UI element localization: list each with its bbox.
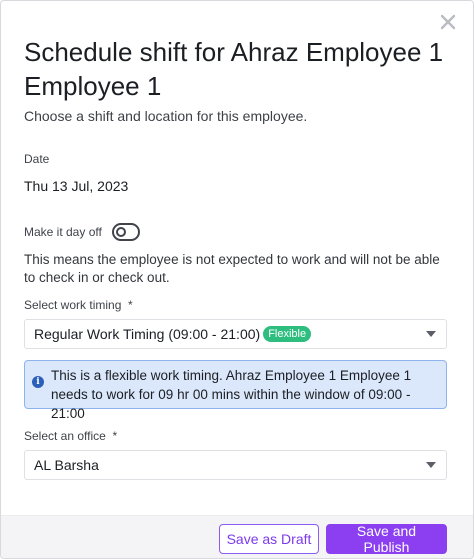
schedule-shift-dialog: Schedule shift for Ahraz Employee 1 Empl… — [0, 0, 474, 559]
save-as-draft-button[interactable]: Save as Draft — [219, 524, 319, 554]
date-value: Thu 13 Jul, 2023 — [24, 178, 129, 194]
day-off-note: This means the employee is not expected … — [24, 252, 440, 285]
day-off-label: Make it day off — [24, 225, 102, 239]
info-icon: i — [32, 376, 44, 388]
required-mark: * — [112, 429, 118, 443]
work-timing-select[interactable]: Regular Work Timing (09:00 - 21:00) Flex… — [24, 319, 447, 349]
day-off-toggle[interactable] — [111, 223, 140, 241]
chevron-down-icon — [426, 331, 436, 337]
flexible-badge: Flexible — [263, 326, 312, 342]
dialog-title: Schedule shift for Ahraz Employee 1 Empl… — [24, 37, 444, 101]
chevron-down-icon — [426, 462, 436, 468]
office-selected: AL Barsha — [34, 457, 99, 473]
work-timing-label: Select work timing * — [24, 298, 133, 312]
office-label: Select an office * — [24, 429, 117, 443]
day-off-row: Make it day off — [24, 223, 140, 241]
toggle-knob — [115, 227, 126, 237]
work-timing-label-text: Select work timing — [24, 298, 122, 312]
dialog-subtitle: Choose a shift and location for this emp… — [24, 108, 308, 124]
required-mark: * — [128, 298, 133, 312]
close-icon[interactable] — [437, 11, 459, 33]
work-timing-selected: Regular Work Timing (09:00 - 21:00) — [34, 326, 261, 342]
save-and-publish-button[interactable]: Save and Publish — [326, 523, 447, 555]
office-label-text: Select an office — [24, 429, 106, 443]
flexible-info-banner: i This is a flexible work timing. Ahraz … — [24, 360, 447, 421]
office-select[interactable]: AL Barsha — [24, 450, 447, 480]
info-banner-text: This is a flexible work timing. Ahraz Em… — [51, 368, 412, 421]
date-label: Date — [24, 152, 50, 166]
